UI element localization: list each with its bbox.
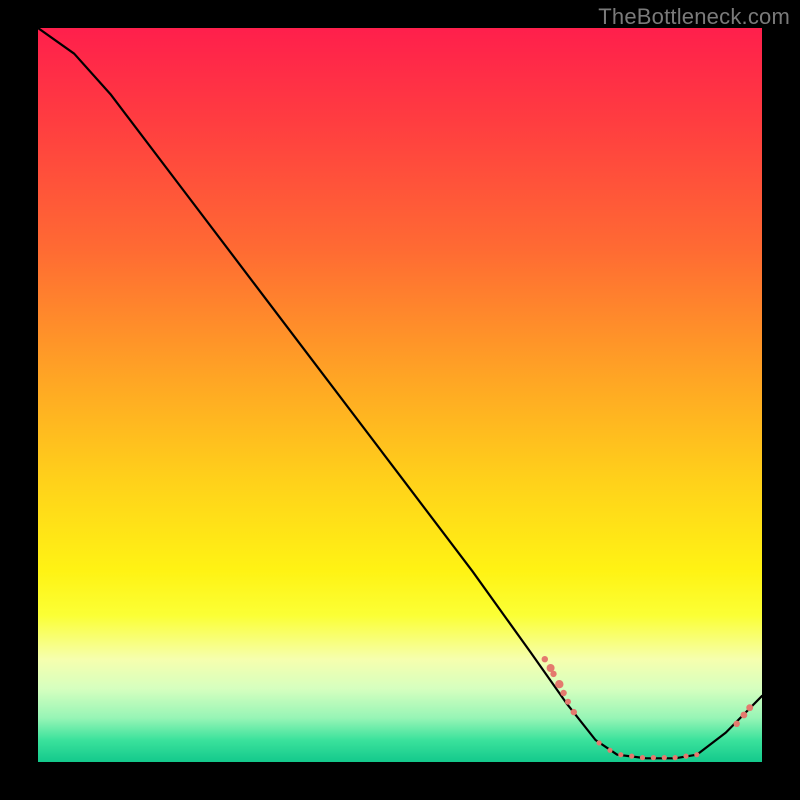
data-point [640,755,645,760]
data-point [741,712,748,719]
data-point [550,671,556,677]
data-point [597,740,602,745]
data-point [734,721,740,727]
data-point [746,704,753,711]
data-point [683,754,688,759]
bottleneck-curve [38,28,762,758]
data-point [629,754,634,759]
plot-area [38,28,762,762]
attribution-text: TheBottleneck.com [598,4,790,30]
data-point [662,755,667,760]
data-point [673,755,678,760]
data-point [542,656,548,662]
data-point [555,680,563,688]
chart-frame: TheBottleneck.com [0,0,800,800]
data-point [565,699,571,705]
data-point [651,755,656,760]
data-point [618,752,623,757]
curve-overlay [38,28,762,762]
data-point [571,709,577,715]
data-point [694,752,699,757]
data-point [607,748,612,753]
data-point [560,690,566,696]
data-point-group [542,656,754,760]
